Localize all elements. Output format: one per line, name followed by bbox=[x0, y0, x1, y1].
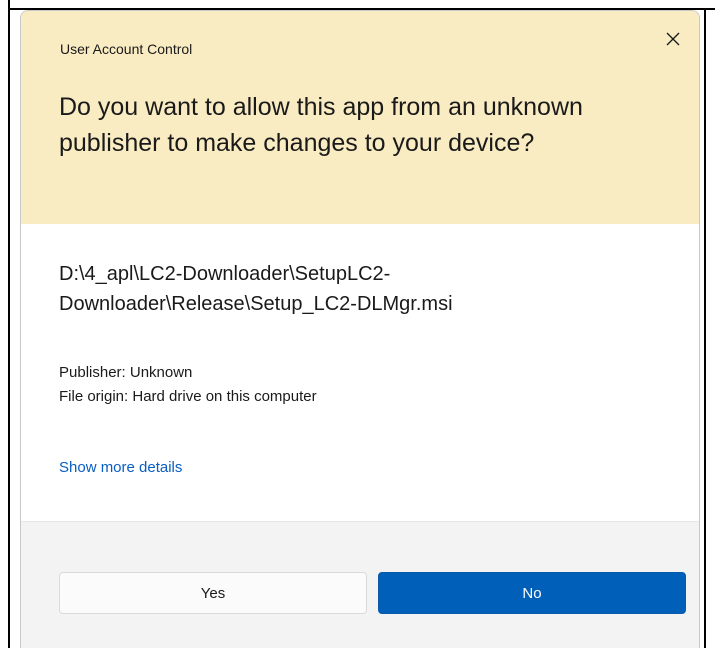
dialog-footer: Yes No bbox=[21, 521, 699, 648]
close-button[interactable] bbox=[653, 21, 693, 57]
show-more-details-link[interactable]: Show more details bbox=[59, 459, 182, 476]
yes-button[interactable]: Yes bbox=[59, 572, 367, 614]
publisher-text: Publisher: Unknown bbox=[59, 364, 193, 381]
window-frame-right bbox=[704, 8, 706, 648]
prompt-question: Do you want to allow this app from an un… bbox=[59, 93, 583, 157]
close-icon bbox=[666, 32, 680, 46]
no-button[interactable]: No bbox=[378, 572, 686, 614]
app-path: D:\4_apl\LC2-Downloader\SetupLC2-Downloa… bbox=[59, 263, 453, 315]
app-metadata: Publisher: Unknown File origin: Hard dri… bbox=[59, 361, 317, 409]
dialog-title: User Account Control bbox=[60, 41, 193, 57]
dialog-header: User Account Control Do you want to allo… bbox=[21, 11, 699, 224]
file-origin-text: File origin: Hard drive on this computer bbox=[59, 388, 317, 405]
uac-dialog: User Account Control Do you want to allo… bbox=[20, 10, 700, 648]
window-frame-left bbox=[8, 0, 10, 648]
screen: User Account Control Do you want to allo… bbox=[0, 0, 715, 648]
